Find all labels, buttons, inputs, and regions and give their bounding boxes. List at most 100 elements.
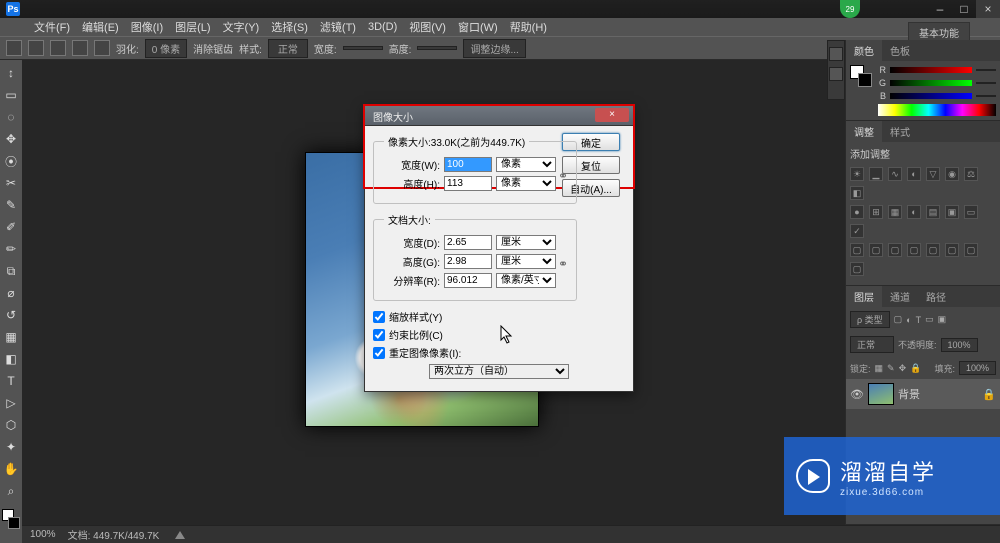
adj-vibrance-icon[interactable]: ▽ xyxy=(926,167,940,181)
menu-type[interactable]: 文字(Y) xyxy=(217,17,266,37)
menu-help[interactable]: 帮助(H) xyxy=(504,17,553,37)
filter-type-icon[interactable]: T xyxy=(916,315,922,325)
constrain-proportions-checkbox[interactable] xyxy=(373,329,385,341)
adj-preset-7-icon[interactable]: ▢ xyxy=(964,243,978,257)
spectrum-picker[interactable] xyxy=(878,104,996,116)
adj-preset-8-icon[interactable]: ▢ xyxy=(850,262,864,276)
zoom-readout[interactable]: 100% xyxy=(30,529,56,540)
zoom-tool[interactable]: ⌕ xyxy=(1,481,21,501)
height-input[interactable] xyxy=(417,46,457,50)
stamp-tool[interactable]: ✏ xyxy=(1,239,21,259)
blur-tool[interactable]: ▦ xyxy=(1,327,21,347)
marquee-tool[interactable]: ▭ xyxy=(1,85,21,105)
tab-styles[interactable]: 样式 xyxy=(882,121,918,142)
adj-brightness-icon[interactable]: ☀ xyxy=(850,167,864,181)
adj-preset-4-icon[interactable]: ▢ xyxy=(907,243,921,257)
lock-transparency-icon[interactable]: ▦ xyxy=(875,363,884,374)
lasso-tool[interactable]: ◌ xyxy=(1,107,21,127)
menu-layer[interactable]: 图层(L) xyxy=(169,17,216,37)
adj-preset-2-icon[interactable]: ▢ xyxy=(869,243,883,257)
menu-3d[interactable]: 3D(D) xyxy=(362,19,403,35)
px-width-unit[interactable]: 像素 xyxy=(496,157,556,172)
color-mini-swatch[interactable] xyxy=(850,65,872,87)
adj-hue-icon[interactable]: ◉ xyxy=(945,167,959,181)
filter-shape-icon[interactable]: ▭ xyxy=(925,314,934,325)
adj-posterize-icon[interactable]: ▤ xyxy=(926,205,940,219)
blend-mode-select[interactable]: 正常 xyxy=(850,336,894,353)
tab-adjustments[interactable]: 调整 xyxy=(846,121,882,142)
layer-thumbnail[interactable] xyxy=(868,383,894,405)
fill-input[interactable]: 100% xyxy=(959,361,996,375)
layer-filter-kind[interactable]: ρ 类型 xyxy=(850,311,890,328)
tab-color[interactable]: 颜色 xyxy=(846,40,882,61)
adj-threshold-icon[interactable]: ▣ xyxy=(945,205,959,219)
collapsed-panel-icon[interactable] xyxy=(829,67,843,81)
crop-tool[interactable]: ⦿ xyxy=(1,151,21,171)
px-height-unit[interactable]: 像素 xyxy=(496,176,556,191)
b-slider[interactable] xyxy=(890,93,972,99)
path-select-tool[interactable]: ✦ xyxy=(1,437,21,457)
selection-add-icon[interactable] xyxy=(50,40,66,56)
lock-all-icon[interactable]: 🔒 xyxy=(910,363,921,374)
scale-styles-checkbox[interactable] xyxy=(373,311,385,323)
refine-edge-button[interactable]: 调整边缘... xyxy=(463,39,525,58)
px-width-input[interactable] xyxy=(444,157,492,172)
r-value[interactable] xyxy=(976,69,996,71)
feather-input[interactable]: 0 像素 xyxy=(145,39,187,58)
gradient-tool[interactable]: ↺ xyxy=(1,305,21,325)
adj-channel-mixer-icon[interactable]: ⊞ xyxy=(869,205,883,219)
menu-select[interactable]: 选择(S) xyxy=(265,17,314,37)
color-swatch-control[interactable] xyxy=(1,508,21,530)
doc-height-input[interactable] xyxy=(444,254,492,269)
px-height-input[interactable] xyxy=(444,176,492,191)
pen-tool[interactable]: ▷ xyxy=(1,393,21,413)
tab-channels[interactable]: 通道 xyxy=(882,286,918,307)
healing-tool[interactable]: ✎ xyxy=(1,195,21,215)
width-input[interactable] xyxy=(343,46,383,50)
dialog-close-button[interactable]: × xyxy=(595,108,629,122)
menu-window[interactable]: 窗口(W) xyxy=(452,17,504,37)
background-color-icon[interactable] xyxy=(8,517,20,529)
window-min-button[interactable]: – xyxy=(928,0,952,18)
hand-tool[interactable]: ✋ xyxy=(1,459,21,479)
adj-exposure-icon[interactable]: ◐ xyxy=(907,167,921,181)
status-menu-icon[interactable] xyxy=(175,531,185,539)
antialias-checkbox[interactable]: 消除锯齿 xyxy=(193,41,233,56)
adj-photo-filter-icon[interactable]: ● xyxy=(850,205,864,219)
adj-preset-6-icon[interactable]: ▢ xyxy=(945,243,959,257)
menu-view[interactable]: 视图(V) xyxy=(403,17,452,37)
style-select[interactable]: 正常 xyxy=(268,39,308,58)
eraser-tool[interactable]: ⌀ xyxy=(1,283,21,303)
menu-filter[interactable]: 滤镜(T) xyxy=(314,17,362,37)
resolution-input[interactable] xyxy=(444,273,492,288)
move-tool[interactable]: ↕ xyxy=(1,63,21,83)
adj-levels-icon[interactable]: ▁ xyxy=(869,167,883,181)
doc-width-unit[interactable]: 厘米 xyxy=(496,235,556,250)
menu-image[interactable]: 图像(I) xyxy=(125,17,169,37)
selection-subtract-icon[interactable] xyxy=(72,40,88,56)
shape-tool[interactable]: ⬡ xyxy=(1,415,21,435)
tab-paths[interactable]: 路径 xyxy=(918,286,954,307)
filter-pixel-icon[interactable]: ▢ xyxy=(894,314,903,325)
collapsed-panel-icon[interactable] xyxy=(829,47,843,61)
adj-invert-icon[interactable]: ◐ xyxy=(907,205,921,219)
type-tool[interactable]: T xyxy=(1,371,21,391)
layer-name[interactable]: 背景 xyxy=(898,386,920,402)
b-value[interactable] xyxy=(976,95,996,97)
opacity-input[interactable]: 100% xyxy=(941,338,978,352)
adj-preset-3-icon[interactable]: ▢ xyxy=(888,243,902,257)
tab-layers[interactable]: 图层 xyxy=(846,286,882,307)
r-slider[interactable] xyxy=(890,67,972,73)
adj-gradient-map-icon[interactable]: ▭ xyxy=(964,205,978,219)
magic-wand-tool[interactable]: ✥ xyxy=(1,129,21,149)
doc-info-readout[interactable]: 文档: 449.7K/449.7K xyxy=(68,527,160,542)
menu-edit[interactable]: 编辑(E) xyxy=(76,17,125,37)
lock-position-icon[interactable]: ✥ xyxy=(899,363,907,374)
tool-preset-icon[interactable] xyxy=(6,40,22,56)
eyedropper-tool[interactable]: ✂ xyxy=(1,173,21,193)
adj-balance-icon[interactable]: ⚖ xyxy=(964,167,978,181)
dodge-tool[interactable]: ◧ xyxy=(1,349,21,369)
selection-new-icon[interactable] xyxy=(28,40,44,56)
window-close-button[interactable]: × xyxy=(976,0,1000,18)
tab-swatches[interactable]: 色板 xyxy=(882,40,918,61)
